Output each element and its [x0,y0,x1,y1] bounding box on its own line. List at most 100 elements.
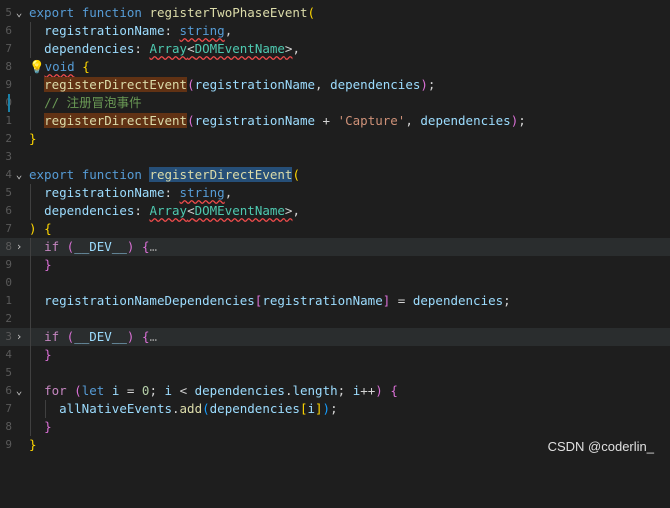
param: registrationName [44,185,165,200]
identifier: length [292,383,338,398]
identifier: __DEV__ [74,329,127,344]
code-line[interactable]: 0 [0,274,670,292]
code-line[interactable]: 6 dependencies: Array<DOMEventName>, [0,202,670,220]
param: dependencies [44,41,135,56]
line-number: 7 [5,222,12,235]
type: Array [149,203,188,218]
code-line[interactable]: 1 registrationNameDependencies[registrat… [0,292,670,310]
line-number: 5 [5,186,12,199]
identifier: registrationName [194,77,316,92]
identifier: registrationName [262,293,383,308]
folded-ellipsis[interactable]: … [149,239,157,254]
chevron-right-icon[interactable]: › [12,328,26,346]
line-number: 5 [5,366,12,379]
identifier: allNativeEvents [59,401,172,416]
param: registrationName [44,23,165,38]
code-editor[interactable]: 5 ⌄ export function registerTwoPhaseEven… [0,0,670,464]
line-number: 2 [5,312,12,325]
line-number: 5 [5,6,12,19]
type: Array [149,41,188,56]
line-number: 6 [5,24,12,37]
watermark: CSDN @coderlin_ [547,439,654,454]
keyword: function [81,5,142,20]
identifier: registrationName [194,113,316,128]
type: DOMEventName [194,203,285,218]
line-number: 9 [5,438,12,451]
keyword: void [44,59,75,74]
keyword: if [44,239,60,254]
function-name: registerTwoPhaseEvent [149,5,308,20]
code-line[interactable]: 9 } [0,256,670,274]
line-number: 3 [5,150,12,163]
type: string [179,185,225,200]
chevron-down-icon[interactable]: ⌄ [12,4,26,22]
line-number: 4 [5,348,12,361]
line-number: 6 [5,384,12,397]
chevron-down-icon[interactable]: ⌄ [12,382,26,400]
code-line[interactable]: 4 ⌄ export function registerDirectEvent( [0,166,670,184]
chevron-right-icon[interactable]: › [12,238,26,256]
chevron-down-icon[interactable]: ⌄ [12,166,26,184]
code-line[interactable]: 7 dependencies: Array<DOMEventName>, [0,40,670,58]
line-number: 9 [5,258,12,271]
keyword: for [44,383,67,398]
modified-indicator [8,94,10,112]
identifier: i [164,383,173,398]
folded-ellipsis[interactable]: … [149,329,157,344]
line-number: 7 [5,402,12,415]
identifier: registrationNameDependencies [44,293,255,308]
string-literal: 'Capture' [337,113,406,128]
code-line[interactable]: 8 } [0,418,670,436]
keyword: function [81,167,142,182]
code-line[interactable]: 7 ) { [0,220,670,238]
line-number: 0 [5,276,12,289]
code-line[interactable]: 5 registrationName: string, [0,184,670,202]
code-line[interactable]: 8 › if (__DEV__) {… [0,238,670,256]
line-number: 3 [5,330,12,343]
type: DOMEventName [194,41,285,56]
param: dependencies [44,203,135,218]
identifier: __DEV__ [74,239,127,254]
code-line[interactable]: 6 ⌄ for (let i = 0; i < dependencies.len… [0,382,670,400]
keyword: let [81,383,105,398]
line-number: 1 [5,294,12,307]
line-number: 4 [5,168,12,181]
identifier: dependencies [330,77,421,92]
identifier: dependencies [209,401,300,416]
comment: // 注册冒泡事件 [44,95,142,110]
code-line[interactable]: 3 › if (__DEV__) {… [0,328,670,346]
line-number: 6 [5,204,12,217]
code-line[interactable]: 3 [0,148,670,166]
code-line[interactable]: 2 [0,310,670,328]
identifier: i [307,401,316,416]
keyword: export [29,167,75,182]
identifier: dependencies [194,383,285,398]
function-call: registerDirectEvent [44,77,188,92]
line-number: 1 [5,114,12,127]
function-name: registerDirectEvent [149,167,293,182]
code-line[interactable]: 8 💡void { [0,58,670,76]
code-line[interactable]: 0 // 注册冒泡事件 [0,94,670,112]
identifier: dependencies [412,293,504,308]
keyword: if [44,329,60,344]
line-number: 9 [5,78,12,91]
code-line[interactable]: 9 registerDirectEvent(registrationName, … [0,76,670,94]
line-number: 2 [5,132,12,145]
code-line[interactable]: 2 } [0,130,670,148]
code-line[interactable]: 6 registrationName: string, [0,22,670,40]
line-number: 8 [5,60,12,73]
identifier: dependencies [420,113,511,128]
line-number: 0 [0,94,12,112]
lightbulb-icon[interactable]: 💡 [29,59,45,74]
keyword: export [29,5,75,20]
code-line[interactable]: 4 } [0,346,670,364]
line-number: 8 [5,420,12,433]
code-line[interactable]: 7 allNativeEvents.add(dependencies[i]); [0,400,670,418]
method-call: add [179,401,203,416]
line-number: 8 [5,240,12,253]
code-line[interactable]: 5 ⌄ export function registerTwoPhaseEven… [0,4,670,22]
type: string [179,23,225,38]
code-line[interactable]: 5 [0,364,670,382]
line-number: 7 [5,42,12,55]
code-line[interactable]: 1 registerDirectEvent(registrationName +… [0,112,670,130]
